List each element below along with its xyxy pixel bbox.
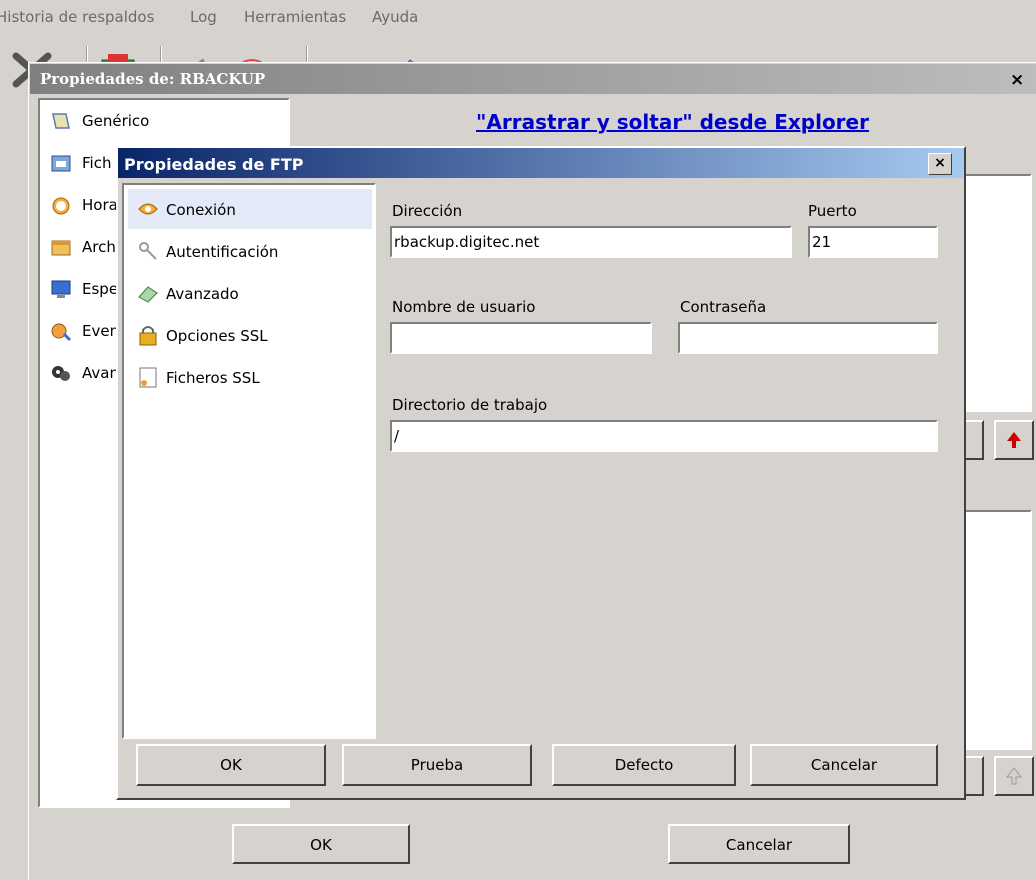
ftp-section-ficheros-ssl[interactable]: Ficheros SSL bbox=[128, 357, 372, 397]
port-label: Puerto bbox=[808, 202, 857, 220]
workdir-label: Directorio de trabajo bbox=[392, 396, 548, 414]
drag-drop-link[interactable]: "Arrastrar y soltar" desde Explorer bbox=[476, 110, 869, 134]
ftp-section-avanzado[interactable]: Avanzado bbox=[128, 273, 372, 313]
rbackup-close-button[interactable]: × bbox=[1010, 70, 1024, 90]
keys-icon bbox=[139, 242, 157, 260]
list-item-label: Genérico bbox=[82, 112, 150, 130]
list-item-label: Even bbox=[82, 322, 120, 340]
ftp-section-label: Conexión bbox=[166, 201, 236, 219]
ftp-dialog-title: Propiedades de FTP bbox=[124, 155, 304, 174]
address-input[interactable]: rbackup.digitec.net bbox=[390, 226, 792, 258]
gears-icon bbox=[52, 366, 70, 381]
rbackup-cancel-label: Cancelar bbox=[725, 836, 793, 854]
rbackup-dialog-title: Propiedades de: RBACKUP bbox=[40, 70, 266, 88]
certificate-file-icon bbox=[139, 367, 157, 388]
move-up-button[interactable] bbox=[994, 420, 1034, 460]
menu-ayuda[interactable]: Ayuda bbox=[372, 8, 418, 26]
rbackup-ok-button[interactable]: OK bbox=[232, 824, 410, 864]
menu-bar: Historia de respaldos Log Herramientas A… bbox=[0, 0, 1036, 34]
rbackup-cancel-button[interactable]: Cancelar bbox=[668, 824, 850, 864]
monitor-icon bbox=[51, 280, 71, 298]
port-input[interactable]: 21 bbox=[808, 226, 938, 258]
ftp-section-autentificacion[interactable]: Autentificación bbox=[128, 231, 372, 271]
menu-herramientas[interactable]: Herramientas bbox=[244, 8, 346, 26]
ftp-ok-button[interactable]: OK bbox=[136, 744, 326, 786]
ftp-test-label: Prueba bbox=[410, 756, 464, 774]
password-label: Contraseña bbox=[680, 298, 767, 316]
address-label: Dirección bbox=[392, 202, 463, 220]
list-item-label: Arch bbox=[82, 238, 116, 256]
workdir-input[interactable]: / bbox=[390, 420, 938, 452]
ftp-close-button[interactable]: × bbox=[928, 153, 952, 175]
ftp-cancel-label: Cancelar bbox=[810, 756, 878, 774]
move-up-disabled-button[interactable] bbox=[994, 756, 1034, 796]
ftp-cancel-button[interactable]: Cancelar bbox=[750, 744, 938, 786]
ftp-section-list: Conexión Autentificación Avanzado Opcion… bbox=[122, 183, 376, 739]
generic-icon bbox=[52, 113, 70, 129]
username-input[interactable] bbox=[390, 322, 652, 354]
arrow-up-red-icon bbox=[1007, 432, 1021, 448]
connection-icon bbox=[138, 203, 158, 215]
lock-icon bbox=[139, 326, 157, 346]
list-item-label: Espe bbox=[82, 280, 119, 298]
ftp-test-button[interactable]: Prueba bbox=[342, 744, 532, 786]
files-icon bbox=[51, 155, 71, 172]
ftp-ok-label: OK bbox=[220, 756, 242, 774]
eraser-icon bbox=[138, 286, 158, 303]
rbackup-ok-label: OK bbox=[310, 836, 332, 854]
list-item-label: Hora bbox=[82, 196, 118, 214]
ftp-section-opciones-ssl[interactable]: Opciones SSL bbox=[128, 315, 372, 355]
ftp-section-label: Opciones SSL bbox=[166, 327, 268, 345]
ftp-section-conexion[interactable]: Conexión bbox=[128, 189, 372, 229]
password-input[interactable] bbox=[678, 322, 938, 354]
alarm-clock-icon bbox=[52, 197, 70, 215]
list-item-label: Avan bbox=[82, 364, 119, 382]
username-label: Nombre de usuario bbox=[392, 298, 536, 316]
events-icon bbox=[51, 323, 72, 342]
ftp-section-label: Avanzado bbox=[166, 285, 239, 303]
ftp-default-button[interactable]: Defecto bbox=[552, 744, 736, 786]
arrow-up-gray-icon bbox=[1005, 767, 1023, 785]
right-panel-top bbox=[964, 174, 1032, 412]
archive-icon bbox=[51, 240, 71, 256]
menu-historia[interactable]: Historia de respaldos bbox=[0, 8, 154, 26]
ftp-default-label: Defecto bbox=[614, 756, 674, 774]
ftp-section-label: Ficheros SSL bbox=[166, 369, 260, 387]
list-item-label: Fich bbox=[82, 154, 112, 172]
ftp-section-label: Autentificación bbox=[166, 243, 279, 261]
right-panel-bottom bbox=[964, 510, 1032, 750]
menu-log[interactable]: Log bbox=[190, 8, 217, 26]
